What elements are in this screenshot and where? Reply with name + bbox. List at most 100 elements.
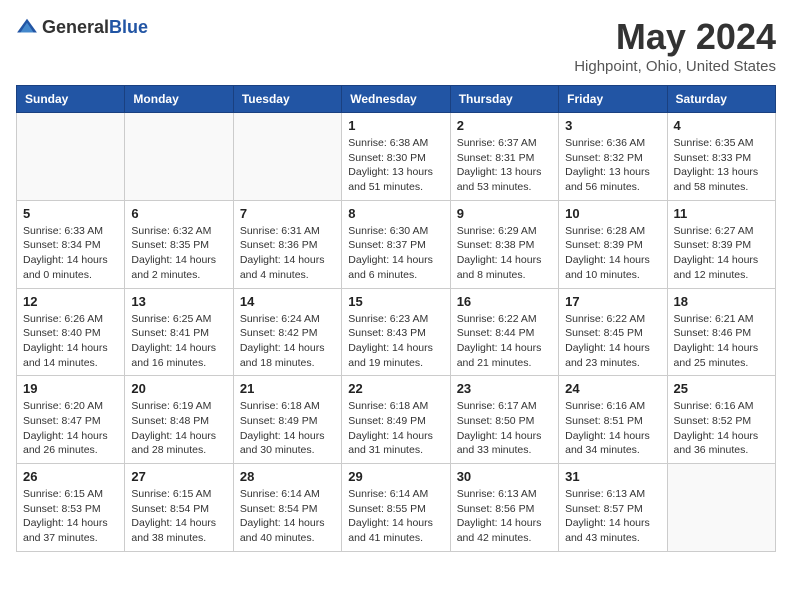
calendar-cell: 29 Sunrise: 6:14 AM Sunset: 8:55 PM Dayli… [342,464,450,552]
day-number: 1 [348,118,443,133]
day-number: 29 [348,469,443,484]
day-info: Sunrise: 6:35 AM Sunset: 8:33 PM Dayligh… [674,136,769,195]
day-number: 13 [131,294,226,309]
logo-text-blue: Blue [109,17,148,37]
calendar-cell: 4 Sunrise: 6:35 AM Sunset: 8:33 PM Daylig… [667,113,775,201]
day-number: 15 [348,294,443,309]
day-number: 10 [565,206,660,221]
day-number: 12 [23,294,118,309]
day-number: 11 [674,206,769,221]
day-number: 19 [23,381,118,396]
logo: GeneralBlue [16,16,148,38]
calendar-cell: 17Sunrise: 6:22 AM Sunset: 8:45 PM Dayli… [559,288,667,376]
calendar-cell: 9 Sunrise: 6:29 AM Sunset: 8:38 PM Daylig… [450,200,558,288]
day-info: Sunrise: 6:21 AM Sunset: 8:46 PM Dayligh… [674,312,769,371]
calendar-cell: 24 Sunrise: 6:16 AM Sunset: 8:51 PM Dayli… [559,376,667,464]
day-number: 14 [240,294,335,309]
calendar-cell: 27 Sunrise: 6:15 AM Sunset: 8:54 PM Dayli… [125,464,233,552]
calendar-cell: 12 Sunrise: 6:26 AM Sunset: 8:40 PM Dayli… [17,288,125,376]
day-info: Sunrise: 6:14 AM Sunset: 8:55 PM Dayligh… [348,487,443,546]
weekday-thursday: Thursday [450,86,558,113]
day-info: Sunrise: 6:20 AM Sunset: 8:47 PM Dayligh… [23,399,118,458]
week-row-4: 19 Sunrise: 6:20 AM Sunset: 8:47 PM Dayli… [17,376,776,464]
calendar-cell: 20 Sunrise: 6:19 AM Sunset: 8:48 PM Dayli… [125,376,233,464]
day-info: Sunrise: 6:27 AM Sunset: 8:39 PM Dayligh… [674,224,769,283]
weekday-wednesday: Wednesday [342,86,450,113]
weekday-friday: Friday [559,86,667,113]
calendar-cell [667,464,775,552]
day-number: 31 [565,469,660,484]
logo-text-general: General [42,17,109,37]
day-number: 5 [23,206,118,221]
day-number: 9 [457,206,552,221]
calendar-cell: 2 Sunrise: 6:37 AM Sunset: 8:31 PM Daylig… [450,113,558,201]
calendar-cell: 3 Sunrise: 6:36 AM Sunset: 8:32 PM Daylig… [559,113,667,201]
day-number: 18 [674,294,769,309]
day-info: Sunrise: 6:30 AM Sunset: 8:37 PM Dayligh… [348,224,443,283]
weekday-saturday: Saturday [667,86,775,113]
day-number: 8 [348,206,443,221]
calendar-cell: 1 Sunrise: 6:38 AM Sunset: 8:30 PM Daylig… [342,113,450,201]
calendar-cell: 14Sunrise: 6:24 AM Sunset: 8:42 PM Dayli… [233,288,341,376]
calendar-cell: 11 Sunrise: 6:27 AM Sunset: 8:39 PM Dayli… [667,200,775,288]
calendar-cell: 18 Sunrise: 6:21 AM Sunset: 8:46 PM Dayli… [667,288,775,376]
day-number: 22 [348,381,443,396]
calendar-cell: 21Sunrise: 6:18 AM Sunset: 8:49 PM Dayli… [233,376,341,464]
day-info: Sunrise: 6:29 AM Sunset: 8:38 PM Dayligh… [457,224,552,283]
calendar-cell: 8 Sunrise: 6:30 AM Sunset: 8:37 PM Daylig… [342,200,450,288]
day-info: Sunrise: 6:33 AM Sunset: 8:34 PM Dayligh… [23,224,118,283]
day-info: Sunrise: 6:16 AM Sunset: 8:52 PM Dayligh… [674,399,769,458]
day-number: 27 [131,469,226,484]
day-info: Sunrise: 6:37 AM Sunset: 8:31 PM Dayligh… [457,136,552,195]
calendar-cell: 26Sunrise: 6:15 AM Sunset: 8:53 PM Dayli… [17,464,125,552]
calendar-cell [125,113,233,201]
day-number: 24 [565,381,660,396]
day-info: Sunrise: 6:17 AM Sunset: 8:50 PM Dayligh… [457,399,552,458]
day-number: 4 [674,118,769,133]
calendar-cell: 22 Sunrise: 6:18 AM Sunset: 8:49 PM Dayli… [342,376,450,464]
day-number: 7 [240,206,335,221]
logo-icon [16,16,38,38]
calendar-cell: 13 Sunrise: 6:25 AM Sunset: 8:41 PM Dayli… [125,288,233,376]
day-info: Sunrise: 6:16 AM Sunset: 8:51 PM Dayligh… [565,399,660,458]
day-number: 25 [674,381,769,396]
calendar-cell: 30Sunrise: 6:13 AM Sunset: 8:56 PM Dayli… [450,464,558,552]
day-info: Sunrise: 6:15 AM Sunset: 8:54 PM Dayligh… [131,487,226,546]
day-info: Sunrise: 6:25 AM Sunset: 8:41 PM Dayligh… [131,312,226,371]
day-info: Sunrise: 6:13 AM Sunset: 8:57 PM Dayligh… [565,487,660,546]
day-info: Sunrise: 6:26 AM Sunset: 8:40 PM Dayligh… [23,312,118,371]
calendar-cell: 16 Sunrise: 6:22 AM Sunset: 8:44 PM Dayli… [450,288,558,376]
calendar-cell: 7 Sunrise: 6:31 AM Sunset: 8:36 PM Daylig… [233,200,341,288]
day-number: 21 [240,381,335,396]
calendar: SundayMondayTuesdayWednesdayThursdayFrid… [16,85,776,552]
location: Highpoint, Ohio, United States [574,58,776,75]
title-block: May 2024 Highpoint, Ohio, United States [574,16,776,75]
day-info: Sunrise: 6:31 AM Sunset: 8:36 PM Dayligh… [240,224,335,283]
day-number: 20 [131,381,226,396]
calendar-cell: 5 Sunrise: 6:33 AM Sunset: 8:34 PM Daylig… [17,200,125,288]
day-number: 2 [457,118,552,133]
week-row-3: 12 Sunrise: 6:26 AM Sunset: 8:40 PM Dayli… [17,288,776,376]
calendar-cell [17,113,125,201]
day-info: Sunrise: 6:36 AM Sunset: 8:32 PM Dayligh… [565,136,660,195]
calendar-cell: 6Sunrise: 6:32 AM Sunset: 8:35 PM Daylig… [125,200,233,288]
week-row-1: 1 Sunrise: 6:38 AM Sunset: 8:30 PM Daylig… [17,113,776,201]
day-number: 28 [240,469,335,484]
day-info: Sunrise: 6:22 AM Sunset: 8:44 PM Dayligh… [457,312,552,371]
day-number: 6 [131,206,226,221]
day-number: 30 [457,469,552,484]
day-number: 23 [457,381,552,396]
day-number: 17 [565,294,660,309]
day-info: Sunrise: 6:18 AM Sunset: 8:49 PM Dayligh… [348,399,443,458]
day-info: Sunrise: 6:19 AM Sunset: 8:48 PM Dayligh… [131,399,226,458]
day-number: 16 [457,294,552,309]
page-header: GeneralBlue May 2024 Highpoint, Ohio, Un… [16,16,776,75]
calendar-cell: 23 Sunrise: 6:17 AM Sunset: 8:50 PM Dayli… [450,376,558,464]
day-info: Sunrise: 6:15 AM Sunset: 8:53 PM Dayligh… [23,487,118,546]
day-info: Sunrise: 6:38 AM Sunset: 8:30 PM Dayligh… [348,136,443,195]
calendar-cell: 19 Sunrise: 6:20 AM Sunset: 8:47 PM Dayli… [17,376,125,464]
calendar-cell: 25 Sunrise: 6:16 AM Sunset: 8:52 PM Dayli… [667,376,775,464]
day-number: 3 [565,118,660,133]
calendar-cell: 31 Sunrise: 6:13 AM Sunset: 8:57 PM Dayli… [559,464,667,552]
week-row-2: 5 Sunrise: 6:33 AM Sunset: 8:34 PM Daylig… [17,200,776,288]
